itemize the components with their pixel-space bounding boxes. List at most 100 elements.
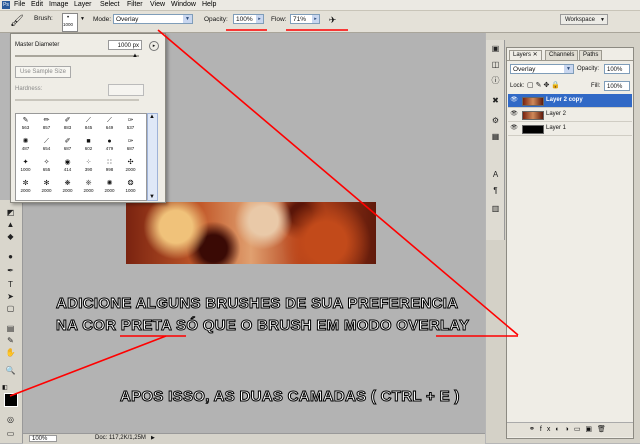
brush-grid-scrollbar[interactable]: ▲ ▼ — [147, 113, 158, 201]
mode-dropdown[interactable]: Overlay ▼ — [113, 14, 193, 24]
brush-preset[interactable]: ✧ 655 — [40, 159, 53, 173]
panel-menu-icon[interactable]: ▸ — [149, 41, 159, 51]
slider-handle-icon[interactable]: ▲ — [132, 53, 138, 59]
brush-preset[interactable]: ⟋ 845 — [82, 117, 95, 131]
menu-file[interactable]: File — [14, 1, 25, 8]
hand-tool-icon[interactable]: ✋ — [4, 348, 17, 358]
visibility-eye-icon[interactable]: 👁 — [510, 94, 518, 107]
master-diameter-slider[interactable] — [15, 55, 139, 57]
brush-preset[interactable]: ❋ 2000 — [61, 180, 74, 194]
tool-presets-icon[interactable]: ✖ — [489, 96, 502, 106]
brush-preset[interactable]: ⟋ 649 — [103, 117, 116, 131]
brush-preset[interactable]: ✏ 857 — [40, 117, 53, 131]
hardness-input[interactable] — [108, 84, 144, 96]
brush-preset[interactable]: ✼ 2000 — [19, 180, 32, 194]
hardness-slider[interactable] — [15, 99, 139, 101]
brush-preset[interactable]: ✐ 883 — [61, 117, 74, 131]
menu-edit[interactable]: Edit — [31, 1, 43, 8]
eraser-tool-icon[interactable]: ◩ — [4, 208, 17, 218]
dodge-tool-icon[interactable]: ● — [4, 252, 17, 262]
layer-row[interactable]: 👁 Layer 1 — [508, 122, 632, 136]
layer-row[interactable]: 👁 Layer 2 — [508, 108, 632, 122]
zoom-tool-icon[interactable]: 🔍 — [4, 366, 17, 376]
brush-preset[interactable]: ✣ 2000 — [124, 159, 137, 173]
paint-bucket-icon[interactable]: ▲ — [4, 220, 17, 230]
zoom-field[interactable]: 100% — [29, 435, 57, 442]
brush-preset[interactable]: ⟋ 654 — [40, 138, 53, 152]
brush-preset[interactable]: ✐ 687 — [61, 138, 74, 152]
blur-tool-icon[interactable]: ◆ — [4, 232, 17, 242]
brush-preset[interactable]: ● 479 — [103, 138, 116, 152]
fill-input[interactable]: 100% — [604, 81, 630, 91]
use-sample-size-button[interactable]: Use Sample Size — [15, 66, 71, 78]
info-icon[interactable]: ⓘ — [489, 76, 502, 86]
opacity-input[interactable]: 100% ▸ — [233, 14, 264, 24]
menu-image[interactable]: Image — [49, 1, 68, 8]
notes-tool-icon[interactable]: ▤ — [4, 324, 17, 334]
menu-view[interactable]: View — [150, 1, 165, 8]
brush-preset[interactable]: ✎ 563 — [19, 117, 32, 131]
blend-mode-dropdown[interactable]: Overlay ▼ — [510, 64, 574, 74]
menu-layer[interactable]: Layer — [74, 1, 92, 8]
layer-row[interactable]: 👁 Layer 2 copy — [508, 94, 632, 108]
path-selection-icon[interactable]: ➤ — [4, 292, 17, 302]
layers-footer-icons[interactable]: ⚭fx◐◑▭▣🗑 — [507, 422, 633, 437]
tab-layers[interactable]: Layers ✕ — [509, 50, 542, 60]
brush-preset[interactable]: ✺ 487 — [19, 138, 32, 152]
brush-preset[interactable]: ✑ 537 — [124, 117, 137, 131]
airbrush-icon[interactable]: ✈ — [326, 14, 339, 27]
lock-options-icon[interactable]: ▢✎✥🔒 — [527, 81, 562, 89]
pen-tool-icon[interactable]: ✒ — [4, 266, 17, 276]
brush-size-label: 537 — [126, 125, 135, 130]
shape-tool-icon[interactable]: ▢ — [4, 304, 17, 314]
default-colors-icon[interactable]: ◧ — [2, 384, 8, 391]
eyedropper-icon[interactable]: ✎ — [4, 336, 17, 346]
brush-tip-icon: ✐ — [64, 138, 71, 145]
foreground-color-swatch[interactable] — [4, 393, 18, 407]
tab-channels[interactable]: Channels — [545, 50, 579, 60]
menu-help[interactable]: Help — [202, 1, 216, 8]
quick-mask-icon[interactable]: ◎ — [4, 415, 17, 425]
brush-preset[interactable]: ❂ 1000 — [124, 180, 137, 194]
brush-preset[interactable]: ✻ 2000 — [40, 180, 53, 194]
brush-preset[interactable]: ✑ 687 — [124, 138, 137, 152]
chevron-right-icon[interactable]: ▶ — [151, 435, 155, 441]
visibility-eye-icon[interactable]: 👁 — [510, 122, 518, 135]
paragraph-icon[interactable]: ¶ — [489, 186, 502, 196]
brush-preset[interactable]: ∷ 998 — [103, 159, 116, 173]
brush-preset-picker[interactable]: • 1000 — [62, 13, 78, 32]
menu-window[interactable]: Window — [171, 1, 196, 8]
brushes-panel-icon[interactable]: ▦ — [489, 132, 502, 142]
workspace-label: Workspace — [565, 17, 595, 23]
screen-mode-icon[interactable]: ▭ — [4, 429, 17, 439]
menu-filter[interactable]: Filter — [127, 1, 143, 8]
actions-icon[interactable]: ▥ — [489, 204, 502, 214]
layer-opacity-input[interactable]: 100% — [604, 64, 630, 74]
brush-tool-icon[interactable]: 🖌 — [10, 14, 24, 28]
document-image[interactable] — [126, 202, 376, 264]
chevron-down-icon[interactable]: ▼ — [80, 16, 85, 22]
histogram-icon[interactable]: ◫ — [489, 60, 502, 70]
brush-preset[interactable]: ⁘ 390 — [82, 159, 95, 173]
brush-preset[interactable]: ❊ 2000 — [82, 180, 95, 194]
navigator-icon[interactable]: ▣ — [489, 44, 502, 54]
brush-preset[interactable]: ■ 602 — [82, 138, 95, 152]
clone-source-icon[interactable]: ⚙ — [489, 116, 502, 126]
brush-preset[interactable]: ✺ 2000 — [103, 180, 116, 194]
master-diameter-input[interactable]: 1000 px — [108, 40, 142, 50]
brush-preset[interactable]: ✦ 1000 — [19, 159, 32, 173]
menu-select[interactable]: Select — [100, 1, 119, 8]
brush-size-label: 414 — [63, 167, 72, 172]
flow-input[interactable]: 71% ▸ — [290, 14, 320, 24]
type-tool-icon[interactable]: T — [4, 280, 17, 290]
toolbox: ◩ ▲ ◆ ● ✒ T ➤ ▢ ▤ ✎ ✋ 🔍 ◧ ◎ ▭ — [0, 200, 24, 443]
workspace-button[interactable]: Workspace ▼ — [560, 14, 608, 25]
chevron-down-icon[interactable]: ▼ — [149, 194, 155, 200]
chevron-up-icon[interactable]: ▲ — [149, 114, 155, 120]
fill-value: 100% — [607, 84, 623, 90]
brush-preset[interactable]: ◉ 414 — [61, 159, 74, 173]
chevron-right-icon: ▸ — [256, 15, 263, 23]
visibility-eye-icon[interactable]: 👁 — [510, 108, 518, 121]
character-icon[interactable]: A — [489, 170, 502, 180]
tab-paths[interactable]: Paths — [579, 50, 603, 60]
